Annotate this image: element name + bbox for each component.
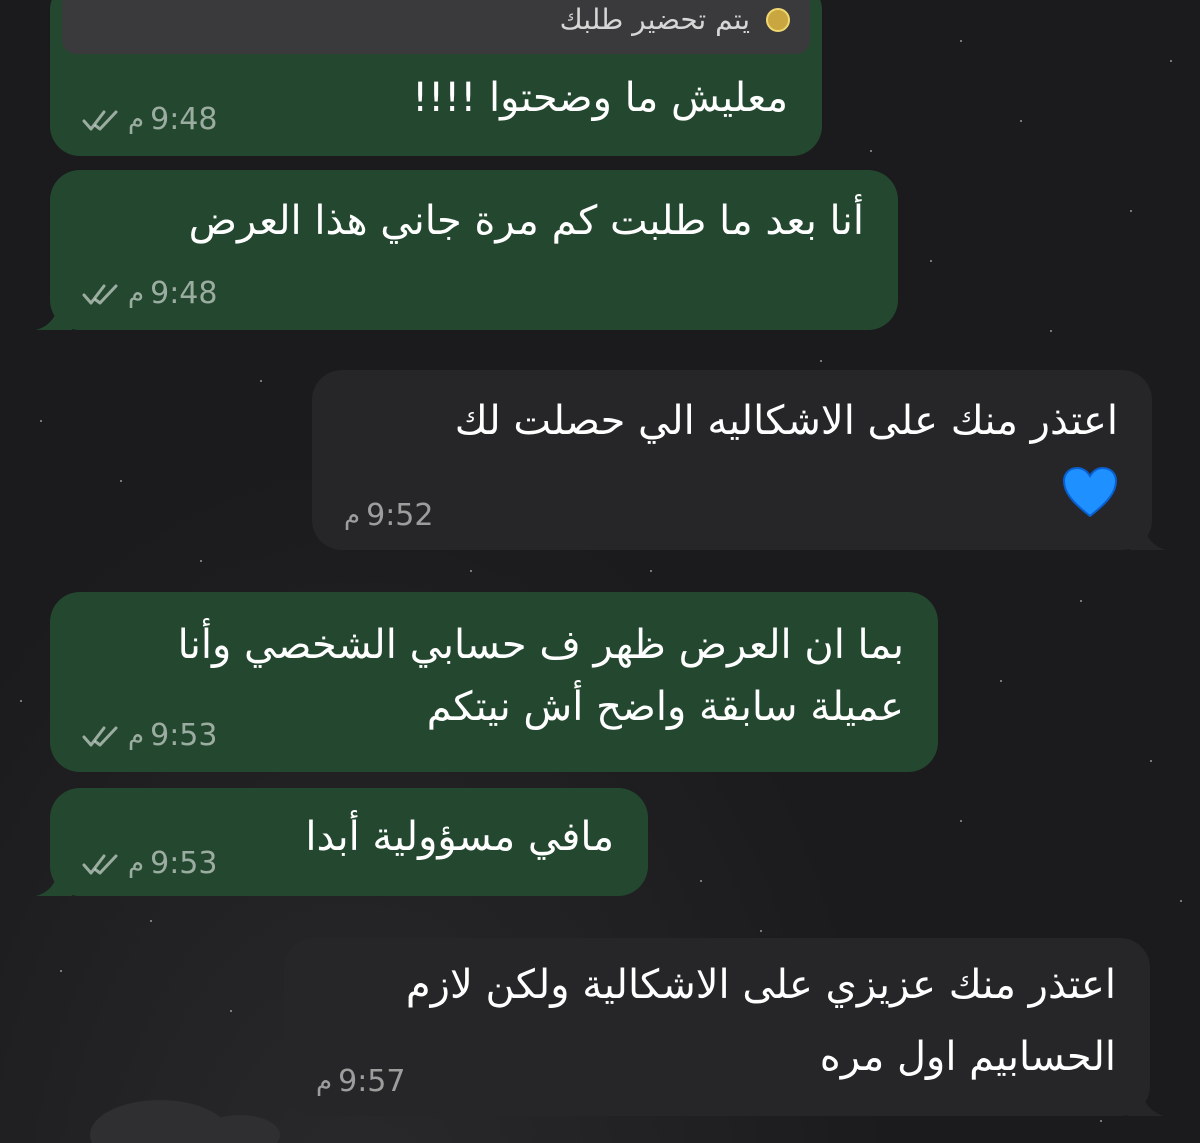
time-period: م <box>128 279 145 309</box>
message-meta: م 9:53 <box>82 718 217 754</box>
bubble-tail <box>1128 1082 1164 1116</box>
message-text-line-2: عميلة سابقة واضح أش نيتكم <box>426 684 904 730</box>
time-period: م <box>316 1067 333 1097</box>
bubble-tail <box>36 296 72 330</box>
message-text: معليش ما وضحتوا !!!! <box>412 75 788 121</box>
message-time: 9:57 <box>338 1064 406 1099</box>
message-text: أنا بعد ما طلبت كم مرة جاني هذا العرض <box>188 198 864 244</box>
message-meta: م 9:57 <box>316 1064 405 1100</box>
message-time: 9:48 <box>150 102 218 137</box>
message-time: 9:53 <box>150 846 218 881</box>
message-bubble-outgoing[interactable]: أنا بعد ما طلبت كم مرة جاني هذا العرض م … <box>36 170 898 330</box>
message-meta: م 9:48 <box>82 276 217 312</box>
message-meta: م 9:52 <box>344 498 433 534</box>
message-bubble-outgoing[interactable]: يتم تحضير طلبك معليش ما وضحتوا !!!! م 9:… <box>50 0 822 156</box>
double-check-icon <box>82 284 118 305</box>
message-meta: م 9:48 <box>82 102 217 138</box>
time-period: م <box>128 849 145 879</box>
time-period: م <box>128 721 145 751</box>
bubble-tail <box>1130 516 1166 550</box>
double-check-icon <box>82 110 118 131</box>
message-time: 9:48 <box>150 276 218 311</box>
blue-heart-icon <box>1062 466 1118 518</box>
message-bubble-incoming[interactable]: اعتذر منك عزيزي على الاشكالية ولكن لازم … <box>284 938 1164 1116</box>
time-period: م <box>128 105 145 135</box>
message-time: 9:52 <box>366 498 434 533</box>
message-meta: م 9:53 <box>82 846 217 882</box>
message-text-line-2: الحسابيم اول مره <box>819 1034 1116 1080</box>
message-text-line-1: اعتذر منك عزيزي على الاشكالية ولكن لازم <box>405 962 1116 1008</box>
bubble-tail <box>36 862 72 896</box>
time-period: م <box>344 501 361 531</box>
reply-preview-text: يتم تحضير طلبك <box>559 3 750 36</box>
message-time: 9:53 <box>150 718 218 753</box>
double-check-icon <box>82 726 118 747</box>
message-bubble-outgoing[interactable]: بما ان العرض ظهر ف حسابي الشخصي وأنا عمي… <box>50 592 938 772</box>
message-text: اعتذر منك على الاشكاليه الي حصلت لك <box>454 398 1118 444</box>
message-bubble-incoming[interactable]: اعتذر منك على الاشكاليه الي حصلت لك م 9:… <box>312 370 1166 550</box>
double-check-icon <box>82 854 118 875</box>
reply-preview[interactable]: يتم تحضير طلبك <box>62 0 810 54</box>
message-text-line-1: بما ان العرض ظهر ف حسابي الشخصي وأنا <box>177 622 904 668</box>
message-bubble-outgoing[interactable]: مافي مسؤولية أبدا م 9:53 <box>36 788 648 896</box>
smiling-emoji-icon <box>766 8 790 32</box>
message-text: مافي مسؤولية أبدا <box>305 814 614 860</box>
